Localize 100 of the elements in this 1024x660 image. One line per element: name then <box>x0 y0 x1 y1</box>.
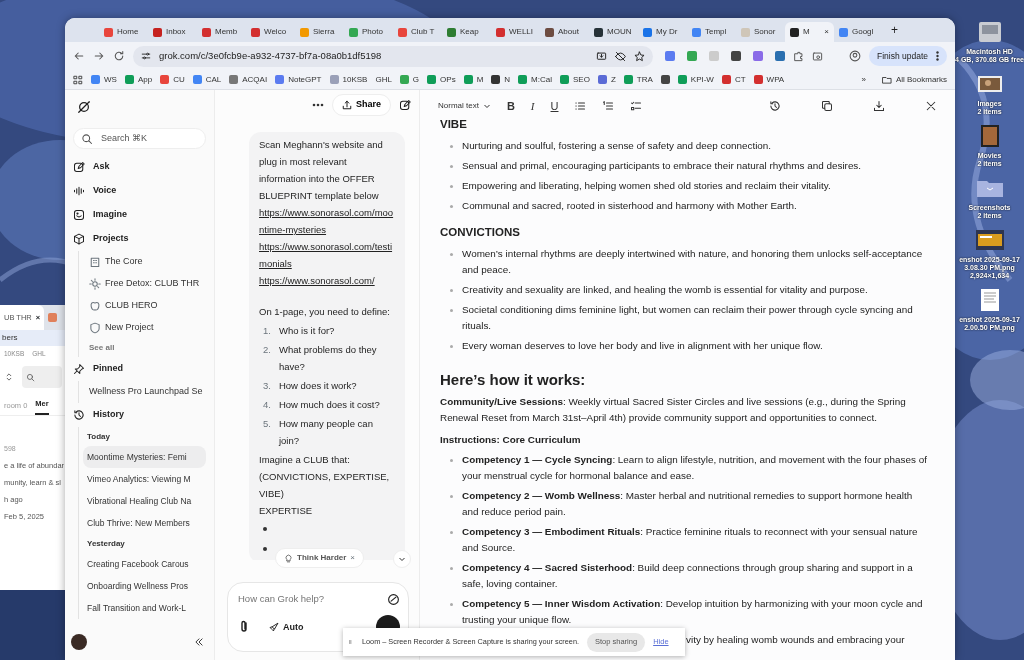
nav-item[interactable]: History <box>73 403 206 427</box>
text-style-dropdown[interactable]: Normal text <box>438 100 491 112</box>
nav-item[interactable]: Projects <box>73 227 206 251</box>
nav-item[interactable]: Voice <box>73 179 206 203</box>
bookmark[interactable]: CT <box>721 73 746 86</box>
browser-tab[interactable]: Templ <box>687 22 736 42</box>
format-button[interactable]: U <box>550 97 559 115</box>
bookmark[interactable]: N <box>491 73 511 86</box>
numbered-list-icon[interactable] <box>602 100 615 112</box>
browser-tab[interactable]: About <box>540 22 589 42</box>
project-item[interactable]: New Project <box>89 317 206 339</box>
new-tab-button[interactable]: + <box>883 21 906 39</box>
share-button[interactable]: Share <box>332 94 391 116</box>
think-harder-chip[interactable]: Think Harder × <box>275 548 364 568</box>
download-icon[interactable] <box>873 100 885 112</box>
reload-icon[interactable] <box>113 50 125 62</box>
collapse-icon[interactable] <box>194 637 204 647</box>
search-button[interactable]: Search ⌘K <box>73 128 206 149</box>
bookmark[interactable]: ACQAI <box>229 73 268 86</box>
new-chat-icon[interactable] <box>399 99 411 111</box>
conversation-link[interactable]: Moontime Mysteries: Femi <box>83 446 206 468</box>
bookmark[interactable]: WS <box>91 73 117 86</box>
extensions-icon[interactable] <box>793 50 804 62</box>
browser-tab[interactable]: Inbox <box>148 22 197 42</box>
bookmark[interactable]: OPs <box>427 73 456 86</box>
update-button[interactable]: Finish update <box>868 46 947 66</box>
all-bookmarks-button[interactable]: All Bookmarks <box>881 73 947 86</box>
scroll-down-button[interactable] <box>393 550 411 568</box>
address-bar[interactable]: grok.com/c/3e0fcb9e-a932-4737-bf7a-08a0b1df5198 <box>133 45 653 67</box>
mode-button[interactable]: Auto <box>268 620 304 634</box>
browser-tab[interactable]: Sonor <box>736 22 785 42</box>
grok-logo-icon[interactable] <box>77 100 91 114</box>
browser-tab[interactable]: Memb <box>197 22 246 42</box>
more-bookmarks-button[interactable]: » <box>861 73 866 86</box>
bookmark[interactable]: GHL <box>375 73 392 86</box>
search-field[interactable] <box>22 366 62 388</box>
bookmark[interactable]: SEO <box>560 73 590 86</box>
bookmark[interactable]: App <box>124 73 153 86</box>
bookmark[interactable]: CAL <box>192 73 222 86</box>
conversation-link[interactable]: Creating Facebook Carous <box>83 553 206 575</box>
avatar[interactable] <box>71 634 87 650</box>
see-all-link[interactable]: See all <box>89 339 206 357</box>
forward-icon[interactable] <box>93 50 105 62</box>
browser-tab[interactable]: Club T <box>393 22 442 42</box>
browser-tab[interactable]: Sierra <box>295 22 344 42</box>
format-button[interactable]: I <box>530 97 535 115</box>
project-item[interactable]: The Core <box>89 251 206 273</box>
browser-tab[interactable]: Photo <box>344 22 393 42</box>
bookmark[interactable]: M <box>463 73 484 86</box>
browser-tab[interactable]: Googl <box>834 22 883 42</box>
menu-item[interactable]: bers <box>2 332 18 344</box>
bullet-list-icon[interactable] <box>574 100 587 112</box>
grok-mode-icon[interactable] <box>387 592 400 606</box>
apps-grid-icon[interactable] <box>73 74 83 85</box>
checklist-icon[interactable] <box>630 100 643 112</box>
nav-item[interactable]: Pinned <box>73 357 206 381</box>
browser-tab[interactable]: M × <box>785 22 834 42</box>
star-icon[interactable] <box>634 50 645 62</box>
conversation-link[interactable]: Onboarding Wellness Pros <box>83 575 206 597</box>
back-icon[interactable] <box>73 50 85 62</box>
message-input[interactable]: How can Grok help? <box>236 591 376 608</box>
extension-icon[interactable] <box>775 51 785 61</box>
browser-tab[interactable]: Welco <box>246 22 295 42</box>
extension-icon[interactable] <box>731 51 741 61</box>
conversation-link[interactable]: Vimeo Analytics: Viewing M <box>83 468 206 490</box>
nav-item[interactable]: Imagine <box>73 203 206 227</box>
link[interactable]: https://www.sonorasol.com/ <box>259 272 395 289</box>
bookmark[interactable]: WPA <box>753 73 785 86</box>
bookmark[interactable]: NoteGPT <box>275 73 322 86</box>
more-options-icon[interactable] <box>312 103 324 107</box>
conversation-link[interactable]: Vibrational Healing Club Na <box>83 490 206 512</box>
bookmark[interactable]: M:Cal <box>518 73 552 86</box>
sort-icon[interactable] <box>4 371 14 383</box>
profile-icon[interactable] <box>848 50 861 62</box>
tab-close-button[interactable]: × <box>824 26 829 38</box>
bookmark[interactable]: G <box>399 73 420 86</box>
nav-item[interactable]: Ask <box>73 155 206 179</box>
bookmark[interactable]: TRA <box>623 73 653 86</box>
bookmark[interactable]: KPI-W <box>677 73 714 86</box>
history-icon[interactable] <box>769 100 781 112</box>
browser-tab[interactable]: My Dr <box>638 22 687 42</box>
install-icon[interactable] <box>596 50 607 62</box>
bookmark[interactable]: CU <box>160 73 185 86</box>
browser-tab[interactable]: WELLI <box>491 22 540 42</box>
conversation-link[interactable]: Fall Transition and Work-L <box>83 597 206 619</box>
project-item[interactable]: Free Detox: CLUB THR <box>89 273 206 295</box>
bookmark[interactable]: Z <box>597 73 616 86</box>
eye-off-icon[interactable] <box>615 50 626 62</box>
browser-tab[interactable]: Home <box>99 22 148 42</box>
bookmark-icon[interactable] <box>660 75 670 84</box>
project-item[interactable]: CLUB HERO <box>89 295 206 317</box>
browser-tab[interactable]: Keap <box>442 22 491 42</box>
browser-tab[interactable]: MOUN <box>589 22 638 42</box>
bookmark[interactable]: 10KSB <box>329 73 368 86</box>
copy-icon[interactable] <box>821 100 833 112</box>
screenshot-thumbnail-icon[interactable] <box>975 228 1004 252</box>
format-button[interactable]: B <box>506 97 515 115</box>
conversation-link[interactable]: Club Thrive: New Members <box>83 512 206 534</box>
pinned-chat[interactable]: Wellness Pro Launchpad Se <box>89 381 206 403</box>
tab-search-icon[interactable] <box>812 50 823 62</box>
